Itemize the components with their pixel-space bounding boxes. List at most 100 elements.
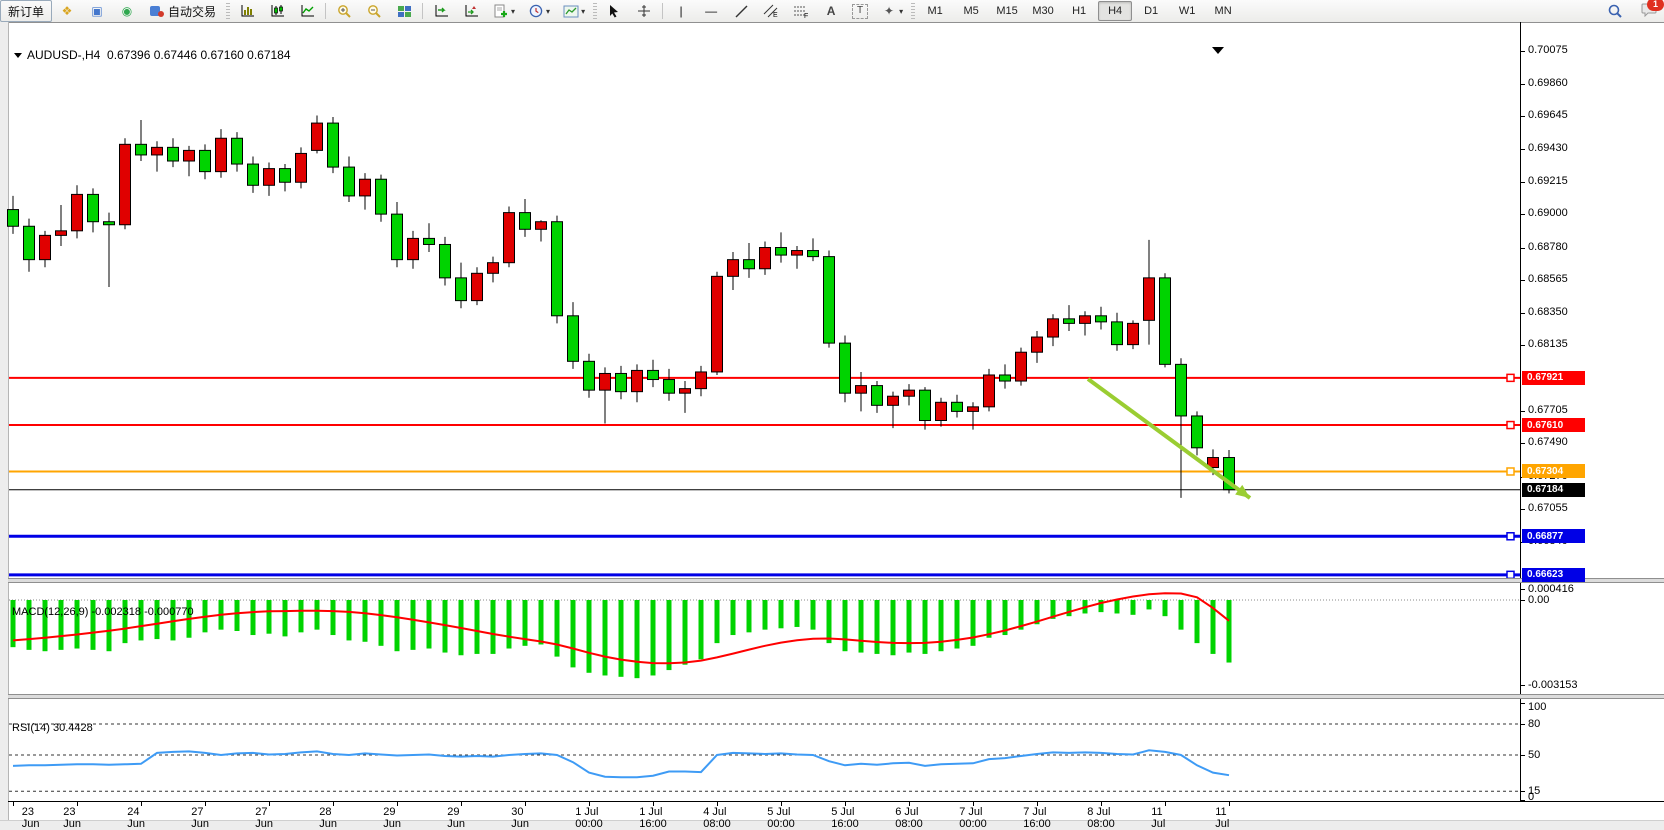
price-tick-label: 0.68565 [1528,273,1568,285]
periods-dropdown-caret: ▾ [546,7,550,16]
clock-icon [527,3,545,19]
price-tick [1520,214,1525,215]
market-watch-button[interactable]: ❖ [52,0,82,22]
price-tick [1520,84,1525,85]
cursor-tool-button[interactable] [599,0,629,22]
channel-tool-button[interactable]: E [756,0,786,22]
price-tick-label: 0.67490 [1528,436,1568,448]
time-axis-label: 28 Jun 08:00 [319,806,347,830]
shapes-dropdown-caret: ▾ [899,7,903,16]
search-button[interactable] [1600,0,1630,22]
chart-dropdown-icon[interactable] [14,53,22,58]
price-tick [1520,345,1525,346]
svg-text:F: F [804,13,808,18]
toolbar-grip [593,3,597,19]
timeframe-button-d1[interactable]: D1 [1134,1,1168,21]
timeframe-button-h1[interactable]: H1 [1062,1,1096,21]
indicators-dropdown-caret: ▾ [511,7,515,16]
shapes-tool-button[interactable]: ✦ ▾ [874,0,909,22]
rsi-tick [1520,800,1525,801]
chart-shift-button[interactable] [456,0,486,22]
chart-shift-marker[interactable] [1212,47,1224,54]
auto-trading-button[interactable]: 自动交易 [142,0,224,22]
label-tool-button[interactable]: T [846,0,874,22]
toolbar-right-group: 1 [1600,0,1658,22]
time-axis-label: 5 Jul 00:00 [767,806,795,830]
data-window-icon: ▣ [88,3,106,19]
price-tick-label: 0.69215 [1528,175,1568,187]
candlestick-chart-button[interactable] [262,0,292,22]
vertical-line-tool-button[interactable]: | [666,0,696,22]
zoom-in-button[interactable] [329,0,359,22]
time-axis-label: 23 Jun 16:00 [63,806,91,830]
pane-separator-main-macd[interactable] [8,578,1664,583]
price-tick [1520,313,1525,314]
auto-scroll-icon [432,3,450,19]
price-tick-label: 0.67055 [1528,502,1568,514]
price-level-badge: 0.67304 [1522,464,1585,478]
price-tick [1520,443,1525,444]
pane-separator-macd-rsi[interactable] [8,694,1664,699]
timeframe-button-h4[interactable]: H4 [1098,1,1132,21]
trendline-tool-button[interactable] [726,0,756,22]
timeframe-button-m5[interactable]: M5 [954,1,988,21]
horizontal-line-tool-button[interactable]: — [696,0,726,22]
timeframe-button-w1[interactable]: W1 [1170,1,1204,21]
auto-trading-label: 自动交易 [166,3,218,20]
indicators-add-icon [492,3,510,19]
rsi-axis-label: 80 [1528,718,1540,730]
time-axis-label: 4 Jul 08:00 [703,806,731,830]
chat-button[interactable]: 1 [1640,2,1658,21]
line-chart-button[interactable] [292,0,322,22]
macd-axis-label: 0.000416 [1528,583,1574,595]
rsi-axis-label: 0 [1528,791,1534,803]
time-axis-label: 29 Jun 00:00 [383,806,411,830]
fibonacci-tool-button[interactable]: F [786,0,816,22]
time-tick [13,802,14,806]
tile-windows-button[interactable] [389,0,419,22]
rsi-axis-label: 100 [1528,701,1546,713]
time-axis-label: 1 Jul 00:00 [575,806,603,830]
macd-tick [1520,685,1525,686]
time-axis-label: 11 Jul 16:00 [1215,806,1243,830]
price-tick [1520,411,1525,412]
data-window-button[interactable]: ▣ [82,0,112,22]
crosshair-tool-button[interactable] [629,0,659,22]
auto-scroll-button[interactable] [426,0,456,22]
zoom-out-button[interactable] [359,0,389,22]
timeframe-button-m15[interactable]: M15 [990,1,1024,21]
timeframe-button-m30[interactable]: M30 [1026,1,1060,21]
toolbar-separator [422,3,423,19]
price-level-badge: 0.66623 [1522,568,1585,582]
periods-button[interactable]: ▾ [521,0,556,22]
market-watch-icon: ❖ [58,3,76,19]
navigator-button[interactable]: ◉ [112,0,142,22]
chart-area[interactable]: AUDUSD-,H4 0.67396 0.67446 0.67160 0.671… [0,22,1664,821]
price-tick-label: 0.69860 [1528,77,1568,89]
candlestick-chart-icon [268,3,286,19]
rsi-tick [1520,724,1525,725]
time-axis-label: 23 Jun 2022 [22,806,46,830]
crosshair-icon [635,3,653,19]
shapes-icon: ✦ [880,3,898,19]
search-icon [1606,3,1624,19]
bar-chart-button[interactable] [232,0,262,22]
time-axis-label: 29 Jun 16:00 [447,806,475,830]
trendline-icon [732,3,750,19]
rsi-indicator-label: RSI(14) 30.4428 [12,722,93,734]
chart-title: AUDUSD-,H4 0.67396 0.67446 0.67160 0.671… [14,48,291,62]
toolbar-grip [226,3,230,19]
horizontal-line-icon: — [702,3,720,19]
price-tick [1520,509,1525,510]
timeframe-button-mn[interactable]: MN [1206,1,1240,21]
new-order-label: 新订单 [6,3,46,20]
price-tick [1520,51,1525,52]
price-level-badge: 0.66877 [1522,529,1585,543]
text-tool-button[interactable]: A [816,0,846,22]
templates-button[interactable]: ▾ [556,0,591,22]
chart-shift-icon [462,3,480,19]
notification-badge: 1 [1647,0,1664,11]
new-order-button[interactable]: 新订单 [0,0,52,22]
indicators-button[interactable]: ▾ [486,0,521,22]
timeframe-button-m1[interactable]: M1 [918,1,952,21]
